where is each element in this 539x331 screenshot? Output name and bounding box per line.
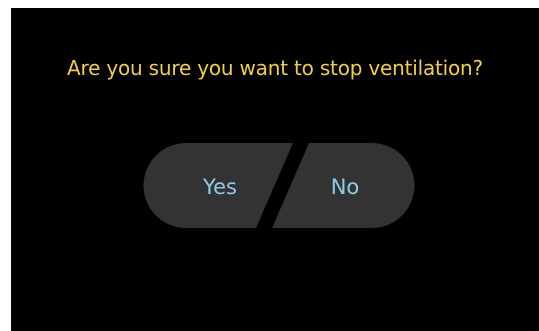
confirmation-prompt: Are you sure you want to stop ventilatio…: [67, 56, 483, 80]
